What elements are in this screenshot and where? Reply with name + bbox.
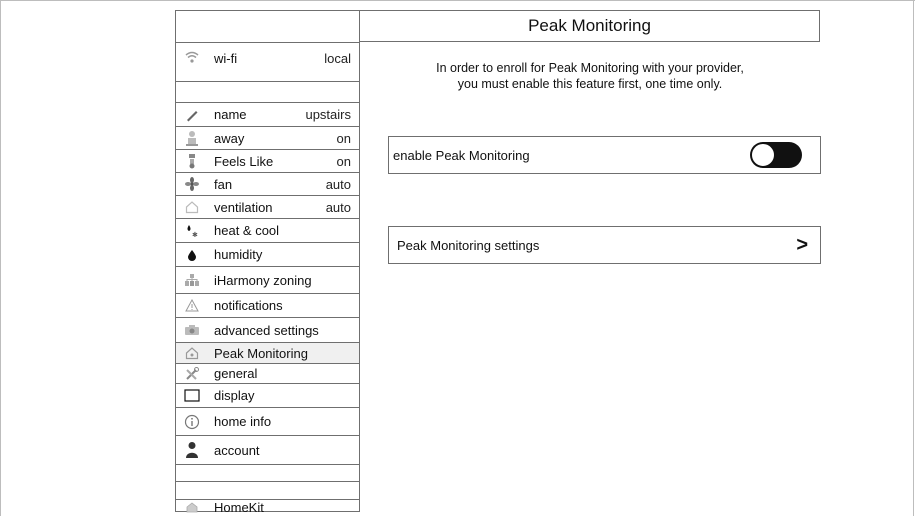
- sidebar-item-label: notifications: [214, 298, 283, 313]
- sidebar-item-label: Peak Monitoring: [214, 345, 308, 361]
- settings-sidebar: wi-fi local name upstairs away on Feels …: [175, 10, 359, 515]
- sidebar-item-heat-cool[interactable]: ✱ heat & cool: [176, 219, 359, 243]
- sidebar-item-home-info[interactable]: home info: [176, 408, 359, 436]
- sidebar-item-label: Feels Like: [214, 153, 274, 169]
- sidebar-item-empty: [176, 482, 359, 500]
- house-icon: [180, 346, 204, 360]
- sidebar-item-label: humidity: [214, 247, 263, 262]
- thermometer-icon: [180, 153, 204, 169]
- sidebar-item-feels-like[interactable]: Feels Like on: [176, 150, 359, 173]
- homekit-icon: [180, 502, 204, 513]
- sidebar-item-fan[interactable]: fan auto: [176, 173, 359, 196]
- flame-snow-icon: ✱: [180, 224, 204, 238]
- chevron-right-icon: >: [796, 233, 808, 256]
- info-line: you must enable this feature first, one …: [457, 77, 723, 91]
- sidebar-item-empty: [176, 82, 359, 103]
- sidebar-item-display[interactable]: display: [176, 384, 359, 408]
- page-title: Peak Monitoring: [528, 16, 651, 35]
- info-icon: [180, 414, 204, 430]
- house-vent-icon: [180, 200, 204, 214]
- zoning-icon: [180, 273, 204, 287]
- sidebar-item-label: away: [214, 130, 245, 146]
- window-frame-left: [0, 0, 1, 516]
- tools-icon: [180, 366, 204, 381]
- warning-icon: [180, 299, 204, 312]
- person-away-icon: [180, 130, 204, 146]
- info-text: In order to enroll for Peak Monitoring w…: [395, 60, 785, 92]
- sidebar-item-away[interactable]: away on: [176, 127, 359, 150]
- enable-peak-monitoring-label: enable Peak Monitoring: [393, 147, 530, 163]
- advanced-settings-icon: [180, 324, 204, 336]
- sidebar-item-value: auto: [325, 199, 351, 215]
- info-line: In order to enroll for Peak Monitoring w…: [436, 61, 744, 75]
- peak-monitoring-settings-label: Peak Monitoring settings: [397, 237, 540, 253]
- sidebar-item-peak-monitoring[interactable]: Peak Monitoring: [176, 343, 359, 364]
- window-frame-right: [913, 0, 914, 516]
- display-icon: [180, 389, 204, 402]
- enable-peak-monitoring-row: enable Peak Monitoring: [388, 136, 821, 174]
- sidebar-item-label: home info: [214, 414, 272, 429]
- sidebar-item-notifications[interactable]: notifications: [176, 294, 359, 318]
- fan-icon: [180, 177, 204, 191]
- sidebar-item-label: general: [214, 366, 258, 381]
- sidebar-item-label: HomeKit: [214, 500, 264, 515]
- sidebar-item-empty: [176, 465, 359, 482]
- sidebar-item-wifi[interactable]: wi-fi local: [176, 43, 359, 82]
- sidebar-item-value: auto: [325, 176, 351, 192]
- sidebar-item-value: on: [336, 153, 351, 169]
- sidebar-item-advanced-settings[interactable]: advanced settings: [176, 318, 359, 343]
- sidebar-item-value: on: [336, 130, 351, 146]
- peak-monitoring-settings-button[interactable]: Peak Monitoring settings >: [388, 226, 821, 264]
- sidebar-item-label: iHarmony zoning: [214, 272, 312, 288]
- sidebar-item-ventilation[interactable]: ventilation auto: [176, 196, 359, 219]
- sidebar-item-iharmony-zoning[interactable]: iHarmony zoning: [176, 267, 359, 294]
- sidebar-item-humidity[interactable]: humidity: [176, 243, 359, 267]
- sidebar-item-label: ventilation: [214, 199, 273, 215]
- panel-divider: [359, 10, 360, 512]
- sidebar-header: [176, 11, 359, 43]
- sidebar-item-label: name: [214, 107, 247, 122]
- sidebar-item-label: wi-fi: [214, 51, 238, 66]
- sidebar-item-label: advanced settings: [214, 322, 319, 338]
- wifi-icon: [180, 51, 204, 63]
- window-frame-top: [0, 0, 915, 1]
- sidebar-item-account[interactable]: account: [176, 436, 359, 465]
- pencil-icon: [180, 108, 204, 122]
- sidebar-item-label: display: [214, 388, 255, 403]
- sidebar-item-name[interactable]: name upstairs: [176, 103, 359, 127]
- sidebar-item-general[interactable]: general: [176, 364, 359, 384]
- svg-text:✱: ✱: [192, 231, 198, 238]
- enable-peak-monitoring-toggle[interactable]: [750, 142, 802, 168]
- user-icon: [180, 441, 204, 459]
- sidebar-item-label: account: [214, 442, 260, 458]
- sidebar-item-value: local: [324, 51, 351, 66]
- sidebar-item-label: fan: [214, 176, 233, 192]
- sidebar-item-homekit[interactable]: HomeKit: [176, 500, 359, 515]
- sidebar-item-value: upstairs: [305, 107, 351, 122]
- page-title-bar: Peak Monitoring: [359, 10, 820, 42]
- sidebar-item-label: heat & cool: [214, 223, 280, 238]
- droplet-icon: [180, 249, 204, 261]
- toggle-knob: [751, 143, 775, 167]
